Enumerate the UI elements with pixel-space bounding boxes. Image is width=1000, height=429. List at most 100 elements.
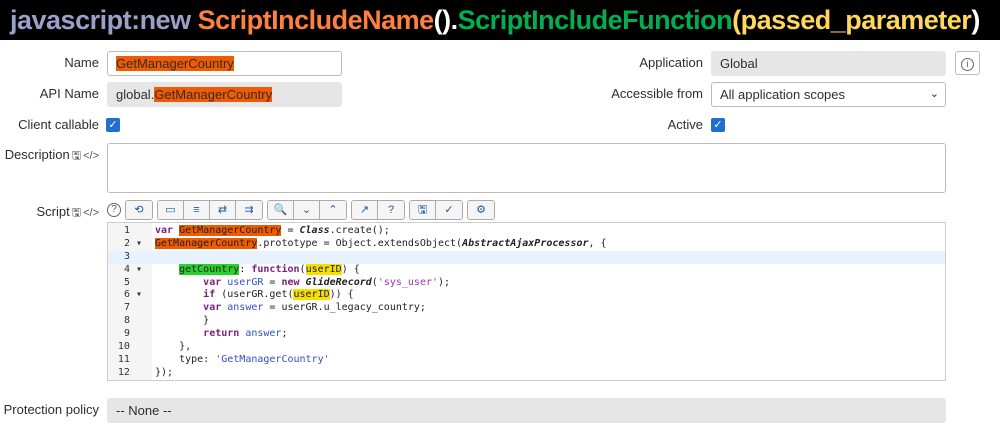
code-line: 6 ▾ if (userGR.get(userID)) {: [108, 289, 945, 302]
script-label: Script 🖫 </>: [0, 200, 99, 225]
line-number: 4 ▾: [123, 263, 142, 275]
banner-close: ): [971, 5, 980, 35]
code-token: new: [281, 276, 306, 288]
name-value: GetManagerCountry: [116, 56, 234, 71]
code-token: 'GetManagerCountry': [215, 353, 330, 365]
code-token: answer: [245, 328, 282, 340]
code-token: GetManagerCountry: [155, 237, 258, 249]
api-prefix: global.: [116, 87, 155, 102]
banner-name: ScriptIncludeName: [197, 5, 435, 35]
code-text: return answer;: [155, 328, 287, 341]
title-banner: javascript:new ScriptIncludeName().Scrip…: [0, 0, 1000, 40]
chevron-down-icon: ⌄: [929, 88, 939, 100]
format-icon[interactable]: ≡: [184, 200, 210, 219]
line-number: 11: [117, 353, 142, 365]
code-text: type: 'GetManagerCountry': [155, 354, 330, 367]
code-token: var: [203, 302, 228, 314]
name-input[interactable]: GetManagerCountry: [107, 51, 342, 76]
code-token: );: [438, 276, 451, 288]
accessible-from-label: Accessible from: [611, 86, 703, 101]
banner-prefix: javascript:new: [10, 5, 198, 35]
code-text: var userGR = new GlideRecord('sys_user')…: [155, 277, 450, 290]
line-number: 1: [123, 225, 142, 236]
code-token: 'sys_user': [377, 276, 439, 288]
code-token: type:: [155, 353, 216, 365]
code-token: =: [281, 225, 300, 236]
description-textarea[interactable]: [107, 143, 946, 193]
code-line: 3: [108, 250, 945, 264]
code-token: Class: [299, 225, 330, 236]
line-number: 7: [123, 302, 142, 314]
help-icon[interactable]: ?: [107, 202, 121, 217]
comment-icon[interactable]: ▭: [158, 200, 184, 219]
code-token: var: [155, 225, 180, 236]
code-token: var: [203, 276, 228, 288]
code-text: }: [155, 315, 209, 328]
api-name-value: GetManagerCountry: [154, 87, 273, 102]
script-toolbar: ? ⟲ ▭ ≡ ⇄ ⇉ 🔍 ⌄ ⌃ ↗? 🖫 ✓ ⚙: [107, 199, 495, 220]
code-token: ;: [281, 328, 288, 340]
banner-dot: .: [450, 5, 459, 35]
code-line: 5 var userGR = new GlideRecord('sys_user…: [108, 277, 945, 290]
description-label-text: Description: [4, 147, 70, 162]
code-token: if: [203, 289, 222, 301]
fullscreen-icon[interactable]: ↗: [352, 200, 378, 219]
active-checkbox[interactable]: ✓: [711, 118, 725, 132]
code-token: .prototype = Object.extendsObject(: [257, 237, 463, 249]
accessible-from-select[interactable]: All application scopes ⌄: [711, 82, 946, 107]
line-number: 2 ▾: [123, 237, 142, 249]
code-token: userGR: [227, 276, 264, 288]
description-label: Description 🖫 </>: [0, 143, 99, 168]
line-number: 8: [123, 315, 142, 327]
code-icon[interactable]: </>: [83, 144, 99, 168]
info-icon: i: [961, 58, 974, 71]
save-icon[interactable]: 🖫: [72, 144, 81, 168]
code-text: },: [155, 341, 191, 354]
banner-function: ScriptIncludeFunction: [457, 5, 733, 35]
code-token: },: [155, 341, 192, 353]
protection-policy-select[interactable]: -- None --: [107, 398, 946, 423]
script-debugger-icon[interactable]: ⚙: [468, 200, 494, 219]
toggle-syntax-icon[interactable]: ⟲: [126, 200, 152, 219]
code-line: 1 var GetManagerCountry = Class.create()…: [108, 225, 945, 238]
client-callable-checkbox[interactable]: ✓: [106, 118, 120, 132]
code-line: 12 });: [108, 367, 945, 380]
code-token: getCountry: [179, 263, 240, 275]
code-text: var GetManagerCountry = Class.create();: [155, 225, 390, 238]
banner-parens: (): [433, 5, 451, 35]
code-token: userID: [305, 263, 342, 275]
line-number: 10: [117, 341, 142, 353]
api-name-field: global.GetManagerCountry: [107, 82, 342, 107]
code-text: GetManagerCountry.prototype = Object.ext…: [155, 237, 607, 251]
code-line: 2 ▾ GetManagerCountry.prototype = Object.…: [108, 237, 945, 251]
code-line: 7 var answer = userGR.u_legacy_country;: [108, 302, 945, 315]
code-text: getCountry: function(userID) {: [155, 263, 360, 277]
application-label: Application: [639, 55, 703, 70]
code-icon[interactable]: </>: [83, 201, 99, 225]
info-button[interactable]: i: [955, 51, 980, 75]
line-number: 9: [123, 328, 142, 340]
code-line: 9 return answer;: [108, 328, 945, 341]
line-number: 3: [123, 250, 142, 262]
code-token: answer: [227, 302, 264, 314]
line-number: 5: [123, 276, 142, 288]
code-token: , {: [588, 237, 607, 249]
replace-icon[interactable]: ⇄: [210, 200, 236, 219]
script-editor[interactable]: 1 var GetManagerCountry = Class.create()…: [107, 222, 946, 381]
chevron-down-icon[interactable]: ⌄: [294, 200, 320, 219]
check-syntax-icon[interactable]: ✓: [436, 200, 462, 219]
question-icon[interactable]: ?: [378, 200, 404, 219]
replace-all-icon[interactable]: ⇉: [236, 200, 262, 219]
code-token: GetManagerCountry: [179, 225, 282, 236]
save-icon[interactable]: 🖫: [72, 201, 81, 225]
code-token: });: [155, 366, 174, 378]
save-icon[interactable]: 🖫: [410, 200, 436, 219]
chevron-up-icon[interactable]: ⌃: [320, 200, 346, 219]
code-token: = userGR.u_legacy_country;: [263, 302, 426, 314]
search-icon[interactable]: 🔍: [268, 200, 294, 219]
active-label: Active: [667, 117, 703, 132]
